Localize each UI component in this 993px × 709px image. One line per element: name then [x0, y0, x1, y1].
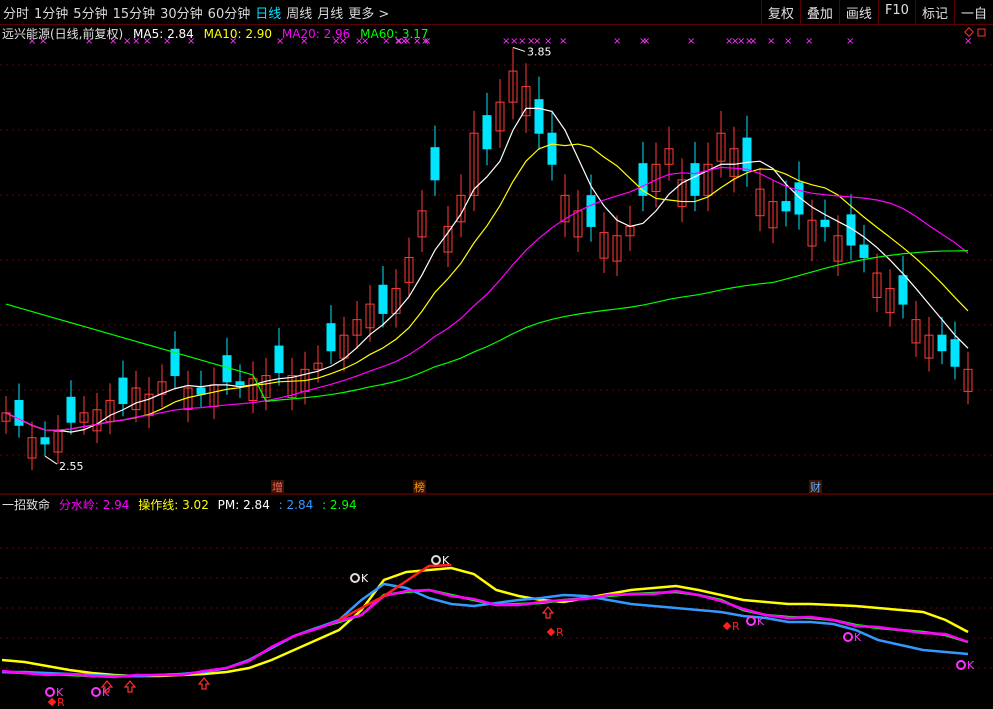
low-price-label: 2.55	[59, 460, 84, 473]
buy-arrow-icon	[123, 680, 137, 693]
high-price-label: 3.85	[527, 45, 552, 58]
ma20-label: MA20: 2.96	[281, 27, 351, 41]
fenshuiling-label: 分水岭: 2.94	[58, 498, 130, 512]
top-x-marker: ×	[805, 36, 813, 47]
signal-k-ring	[746, 616, 756, 626]
low-pointer	[44, 455, 58, 465]
candle-body	[859, 244, 869, 258]
signal-r-label: R	[556, 626, 564, 639]
top-x-marker: ×	[559, 36, 567, 47]
top-x-marker: ×	[533, 36, 541, 47]
green-line-label: : 2.94	[322, 498, 357, 512]
candle-body	[742, 137, 752, 172]
top-x-marker: ×	[544, 36, 552, 47]
candle-body	[898, 275, 908, 305]
buy-arrow-icon	[541, 606, 555, 619]
candle-body	[547, 132, 557, 165]
signal-r-diamond	[47, 697, 57, 707]
top-x-marker: ×	[964, 36, 972, 47]
candle-body	[378, 284, 388, 314]
candle-body	[430, 147, 440, 181]
price-chart[interactable]: 3.852.55× × × × × × × × × × × × ×× ×× × ×××× × ×× × × × ×× × × ×…	[0, 0, 993, 709]
candle-body	[118, 377, 128, 405]
blue-line-label: : 2.84	[278, 498, 314, 512]
ma10-label: MA10: 2.90	[203, 27, 273, 41]
candle-body	[274, 345, 284, 373]
indicator-name: 一招致命	[2, 498, 51, 512]
ma20-line	[5, 166, 969, 431]
candle-body	[690, 163, 700, 196]
signal-k-ring	[45, 687, 55, 697]
candle-body	[820, 219, 830, 227]
right-diamond-icon	[964, 27, 974, 37]
signal-k-ring	[91, 687, 101, 697]
signal-k-label: K	[757, 615, 765, 628]
candle-body	[781, 201, 791, 212]
buy-arrow-icon	[197, 677, 211, 690]
candle-body	[235, 381, 245, 386]
candle-body	[326, 323, 336, 352]
candle-body	[40, 437, 50, 445]
signal-r-label: R	[57, 696, 65, 709]
candle-body	[196, 387, 206, 395]
candle-body	[14, 399, 24, 426]
ma60-label: MA60: 3.17	[360, 27, 429, 41]
ma5-label: MA5: 2.84	[133, 27, 194, 41]
top-x-marker: ×	[518, 36, 526, 47]
fenshuiling-line	[1, 588, 969, 679]
signal-r-label: R	[732, 620, 740, 633]
stock-title: 远兴能源(日线,前复权)	[2, 27, 124, 41]
signal-k-label: K	[854, 631, 862, 644]
pm-label: PM: 2.84	[217, 498, 270, 512]
candle-body	[950, 339, 960, 367]
top-x-marker: ×	[642, 36, 650, 47]
top-x-marker: ×	[687, 36, 695, 47]
top-x-marker: ×	[767, 36, 775, 47]
signal-r-diamond	[722, 621, 732, 631]
stock-info-bar: 远兴能源(日线,前复权) MA5: 2.84 MA10: 2.90 MA20: …	[2, 25, 435, 42]
signal-k-ring	[431, 555, 441, 565]
indicator-info-bar: 一招致命 分水岭: 2.94 操作线: 3.02 PM: 2.84 : 2.84…	[2, 496, 362, 513]
signal-r-diamond	[546, 627, 556, 637]
ma60-line	[5, 250, 969, 402]
signal-k-label: K	[967, 659, 975, 672]
candle-body	[937, 334, 947, 352]
top-x-marker: ×	[784, 36, 792, 47]
top-x-marker: ×	[613, 36, 621, 47]
candle-body	[66, 396, 76, 423]
top-x-marker: ×	[846, 36, 854, 47]
top-x-marker: ×	[749, 36, 757, 47]
candle-body	[482, 115, 492, 150]
signal-k-label: K	[442, 554, 450, 567]
ma10-line	[5, 143, 969, 431]
signal-k-label: K	[361, 572, 369, 585]
event-marker-1: 榜	[414, 480, 425, 494]
event-marker-2: 财	[810, 480, 821, 494]
event-marker-0: 增	[272, 480, 283, 494]
signal-k-ring	[843, 632, 853, 642]
candle-body	[534, 99, 544, 134]
right-square-icon	[977, 28, 986, 37]
candle-body	[586, 195, 596, 227]
caozuoxian-label: 操作线: 3.02	[138, 498, 209, 512]
blue-line	[2, 582, 969, 678]
candle-body	[794, 182, 804, 215]
high-pointer	[512, 46, 526, 52]
